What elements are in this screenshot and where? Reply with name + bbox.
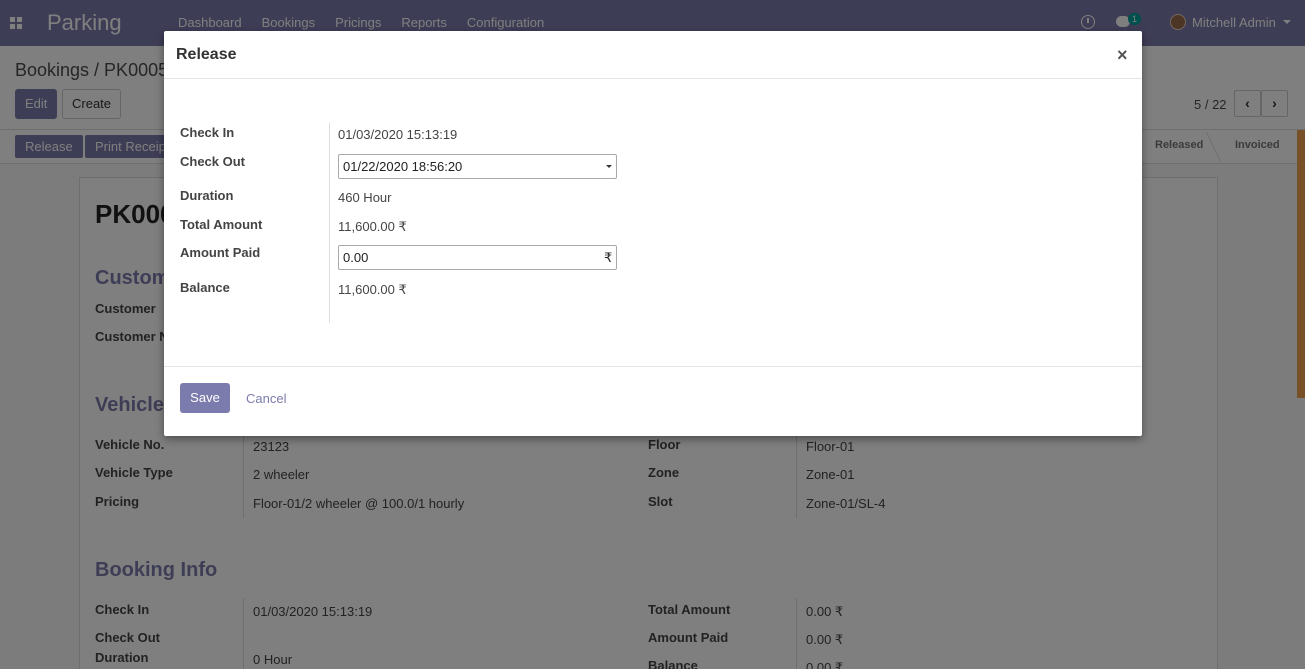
check-in-label: Check In	[180, 125, 235, 140]
dialog-title: Release	[176, 46, 237, 63]
release-dialog: Release × Check In 01/03/2020 15:13:19 C…	[164, 31, 1142, 436]
amount-paid-label: Amount Paid	[180, 245, 261, 260]
caret-down-icon[interactable]	[606, 165, 612, 168]
check-in-value: 01/03/2020 15:13:19	[338, 127, 458, 142]
amount-paid-input[interactable]: 0.00	[338, 245, 617, 270]
cancel-button[interactable]: Cancel	[246, 391, 286, 406]
duration-label: Duration	[180, 188, 234, 203]
dialog-header: Release ×	[164, 31, 1142, 79]
check-out-label: Check Out	[180, 154, 246, 169]
field-separator	[329, 123, 330, 323]
close-icon[interactable]: ×	[1117, 45, 1128, 66]
total-amount-value: 11,600.00 ₹	[338, 219, 407, 234]
total-amount-label: Total Amount	[180, 217, 263, 232]
dialog-footer	[164, 366, 1142, 436]
balance-value: 11,600.00 ₹	[338, 282, 407, 297]
duration-value: 460 Hour	[338, 190, 392, 205]
save-button[interactable]: Save	[180, 383, 230, 413]
currency-symbol: ₹	[604, 250, 613, 265]
balance-label: Balance	[180, 280, 230, 295]
check-out-datetime-field[interactable]: 01/22/2020 18:56:20	[338, 154, 617, 179]
